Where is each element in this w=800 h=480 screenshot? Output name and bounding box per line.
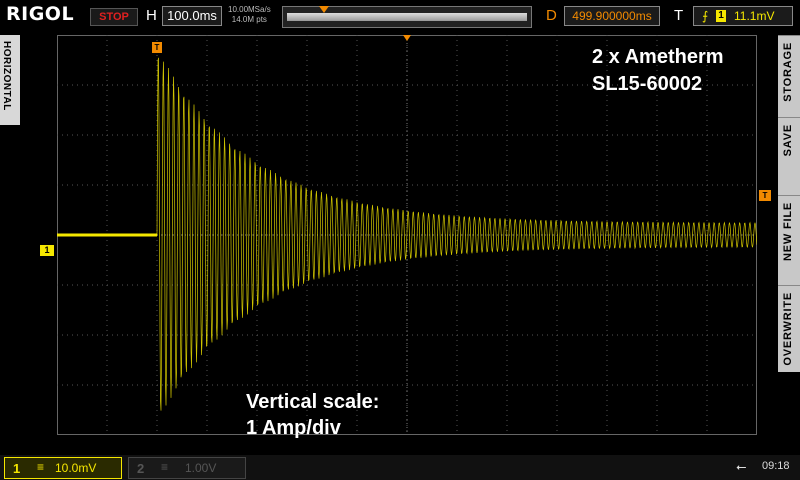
- usb-icon: ⭠: [736, 459, 747, 474]
- menu-tab-storage[interactable]: STORAGE: [778, 35, 800, 118]
- clock: 09:18: [762, 460, 790, 472]
- annotation-line: Vertical scale:: [246, 391, 380, 413]
- annotation-line: SL15-60002: [592, 73, 703, 95]
- memory-position-bar[interactable]: [282, 6, 532, 28]
- timebase-value[interactable]: 100.0ms: [162, 6, 222, 26]
- menu-tab-new-file[interactable]: NEW FILE: [778, 195, 800, 286]
- menu-tab-label: STORAGE: [782, 42, 794, 102]
- trigger-label: T: [674, 7, 684, 24]
- probe-annotation: 2 x Ametherm SL15-60002: [592, 44, 724, 98]
- ch1-offset-marker[interactable]: 1: [40, 245, 54, 256]
- trigger-position-marker[interactable]: T: [152, 42, 162, 53]
- trigger-channel-badge: 1: [716, 10, 726, 22]
- horizontal-tab-label: HORIZONTAL: [1, 41, 12, 111]
- status-bar: RIGOL STOP H 100.0ms 10.00MSa/s 14.0M pt…: [0, 0, 800, 32]
- sample-info: 10.00MSa/s 14.0M pts: [228, 5, 271, 25]
- ch1-scale: 10.0mV: [55, 461, 97, 475]
- ch1-number: 1: [13, 461, 21, 476]
- ch2-number: 2: [137, 461, 145, 476]
- menu-tab-overwrite[interactable]: OVERWRITE: [778, 285, 800, 372]
- brand-logo: RIGOL: [6, 3, 75, 25]
- trigger-settings[interactable]: ⨍ 1 11.1mV: [693, 6, 793, 26]
- menu-tab-save[interactable]: SAVE: [778, 117, 800, 196]
- ch2-settings[interactable]: 2 ≡ 1.00V: [128, 457, 246, 479]
- trigger-level-marker[interactable]: T: [759, 190, 771, 201]
- rising-edge-icon: ⨍: [702, 9, 709, 23]
- run-stop-status[interactable]: STOP: [90, 8, 138, 26]
- channel-bar: 1 ≡ 10.0mV 2 ≡ 1.00V ⭠ 09:18: [0, 455, 800, 480]
- memory-depth: 14.0M pts: [231, 15, 267, 24]
- dc-coupling-icon: ≡: [37, 460, 45, 474]
- menu-tab-label: OVERWRITE: [782, 292, 794, 366]
- horizontal-tab[interactable]: HORIZONTAL: [0, 35, 20, 125]
- menu-tab-label: SAVE: [782, 124, 794, 157]
- menu-tab-label: NEW FILE: [782, 202, 794, 261]
- ch2-scale: 1.00V: [185, 461, 217, 475]
- delay-value[interactable]: 499.900000ms: [564, 6, 660, 26]
- trigger-position-arrow-icon: [319, 6, 329, 13]
- memory-window: [287, 13, 527, 21]
- timebase-label: H: [146, 7, 157, 24]
- sample-rate: 10.00MSa/s: [228, 5, 271, 14]
- trigger-level-value: 11.1mV: [734, 9, 775, 23]
- ch1-trace: [57, 57, 757, 411]
- annotation-line: 2 x Ametherm: [592, 46, 724, 68]
- ch1-settings[interactable]: 1 ≡ 10.0mV: [4, 457, 122, 479]
- delay-label: D: [546, 7, 557, 24]
- annotation-line: 1 Amp/div: [246, 417, 341, 439]
- scale-annotation: Vertical scale: 1 Amp/div: [246, 389, 379, 441]
- dc-coupling-icon: ≡: [161, 460, 169, 474]
